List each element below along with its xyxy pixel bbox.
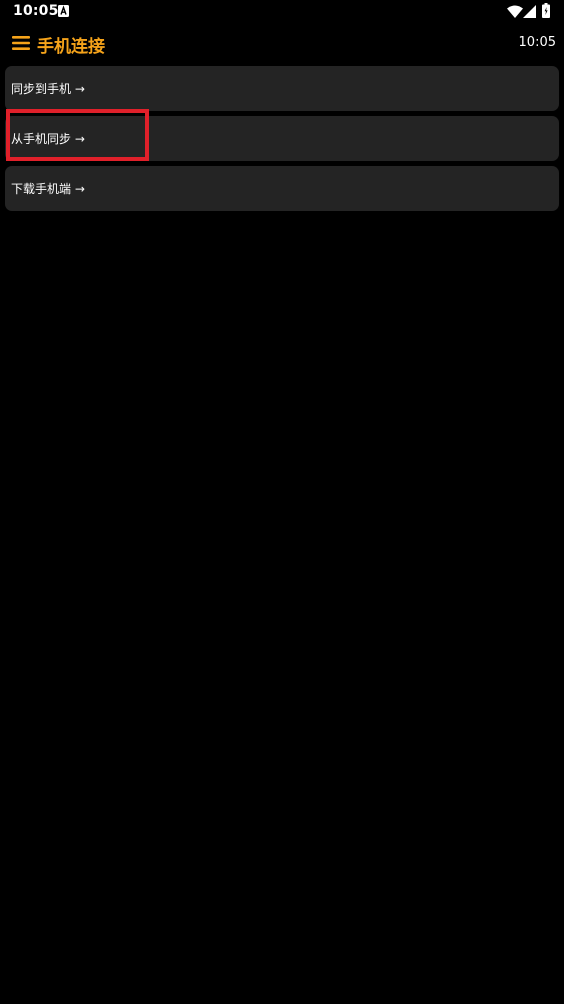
page-title: 手机连接 — [37, 37, 105, 57]
status-time: 10:05 — [13, 3, 59, 19]
menu-item-label: 同步到手机 → — [11, 82, 85, 96]
wifi-icon — [507, 5, 523, 18]
status-bar: 10:05 — [0, 0, 564, 24]
hamburger-menu-icon[interactable] — [12, 35, 30, 51]
menu-list: 同步到手机 → 从手机同步 → 下载手机端 → — [5, 66, 559, 216]
sync-to-phone-button[interactable]: 同步到手机 → — [5, 66, 559, 111]
notification-a-icon — [58, 5, 69, 17]
signal-icon — [523, 5, 536, 18]
menu-item-label: 从手机同步 → — [11, 132, 85, 146]
app-bar: 手机连接 10:05 — [0, 28, 564, 60]
battery-icon — [542, 3, 550, 18]
app-clock: 10:05 — [518, 35, 556, 50]
screen: 10:05 手机连接 10:05 同步到手机 → 从手机同步 → 下载手机端 → — [0, 0, 564, 1004]
download-mobile-app-button[interactable]: 下载手机端 → — [5, 166, 559, 211]
sync-from-phone-button[interactable]: 从手机同步 → — [5, 116, 559, 161]
menu-item-label: 下载手机端 → — [11, 182, 85, 196]
